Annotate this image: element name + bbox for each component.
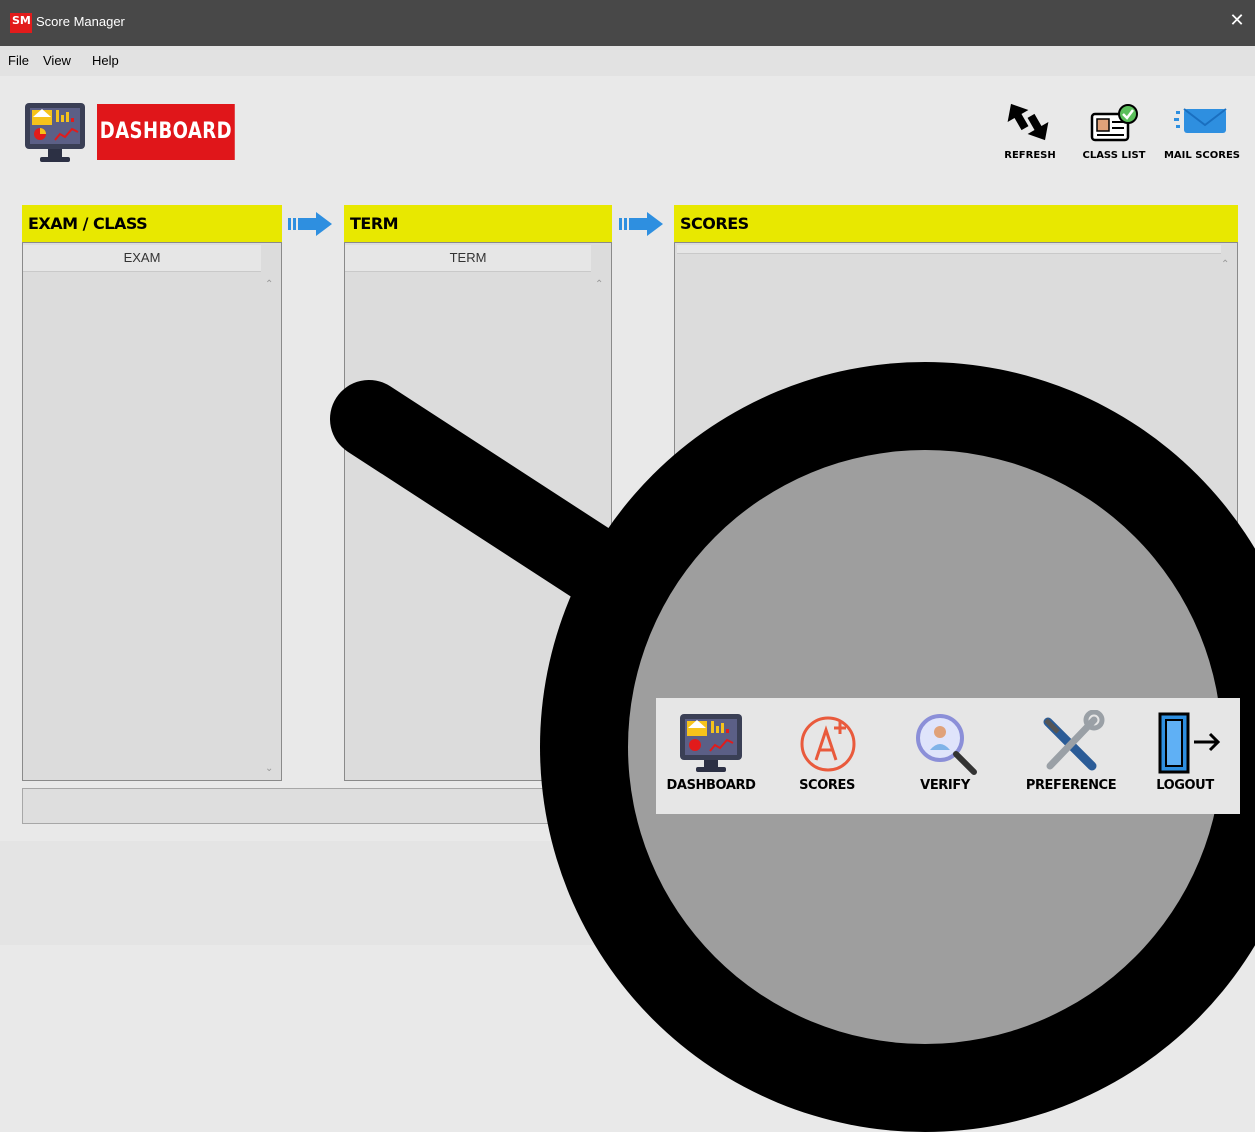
nav-verify-button[interactable]: VERIFY xyxy=(890,698,1000,814)
arrow-right-icon xyxy=(288,212,332,236)
nav-logout-button[interactable]: LOGOUT xyxy=(1130,698,1240,814)
scores-header: SCORES xyxy=(674,205,1238,242)
close-icon[interactable]: ✕ xyxy=(1226,10,1248,31)
nav-dashboard-label: DASHBOARD xyxy=(666,778,756,793)
page-title: DASHBOARD xyxy=(97,104,235,160)
menu-bar: File View Help xyxy=(0,46,1255,76)
logout-door-icon xyxy=(1158,712,1221,774)
menu-view[interactable]: View xyxy=(43,53,71,68)
magnifier-user-icon xyxy=(916,714,977,775)
nav-preference-label: PREFERENCE xyxy=(1025,778,1117,793)
scroll-up-icon[interactable]: ⌃ xyxy=(595,279,603,290)
mail-scores-label: MAIL SCORES xyxy=(1163,150,1241,161)
arrow-right-icon xyxy=(619,212,663,236)
nav-preference-button[interactable]: PREFERENCE xyxy=(1016,698,1126,814)
exam-class-header: EXAM / CLASS xyxy=(22,205,282,242)
nav-dashboard-button[interactable]: DASHBOARD xyxy=(656,698,766,814)
wrench-screwdriver-icon xyxy=(1043,710,1105,771)
mail-scores-button[interactable]: MAIL SCORES xyxy=(1160,96,1244,166)
id-card-check-icon xyxy=(1090,104,1138,142)
menu-file[interactable]: File xyxy=(8,53,29,68)
app-logo-icon: SM xyxy=(10,13,32,33)
dashboard-monitor-icon xyxy=(680,714,742,772)
term-header: TERM xyxy=(344,205,612,242)
refresh-button[interactable]: REFRESH xyxy=(998,96,1062,166)
nav-verify-label: VERIFY xyxy=(920,778,970,793)
scores-column-header xyxy=(677,245,1221,254)
refresh-label: REFRESH xyxy=(1004,150,1056,161)
term-column-header[interactable]: TERM xyxy=(345,245,591,272)
exam-list[interactable]: EXAM ⌃ ⌄ xyxy=(22,242,282,781)
window-title: Score Manager xyxy=(36,14,125,29)
exam-column-header[interactable]: EXAM xyxy=(23,245,261,272)
class-list-button[interactable]: CLASS LIST xyxy=(1080,96,1148,166)
grade-a-plus-icon xyxy=(800,716,856,772)
class-list-label: CLASS LIST xyxy=(1082,150,1146,161)
scroll-down-icon[interactable]: ⌄ xyxy=(265,763,273,774)
nav-logout-label: LOGOUT xyxy=(1156,778,1214,793)
refresh-icon xyxy=(1007,103,1049,141)
menu-help[interactable]: Help xyxy=(92,53,119,68)
title-bar: SM Score Manager ✕ xyxy=(0,0,1255,46)
zoomed-nav-bar: DASHBOARD SCORES VERIFY PREFERENCE LOGOU… xyxy=(656,698,1240,814)
app-logo-text: SM xyxy=(12,14,31,27)
scroll-up-icon[interactable]: ⌃ xyxy=(265,279,273,290)
mail-icon xyxy=(1174,108,1227,133)
dashboard-monitor-icon xyxy=(25,103,85,162)
nav-scores-label: SCORES xyxy=(799,778,855,793)
nav-scores-button[interactable]: SCORES xyxy=(772,698,882,814)
scroll-up-icon[interactable]: ⌃ xyxy=(1221,259,1229,270)
